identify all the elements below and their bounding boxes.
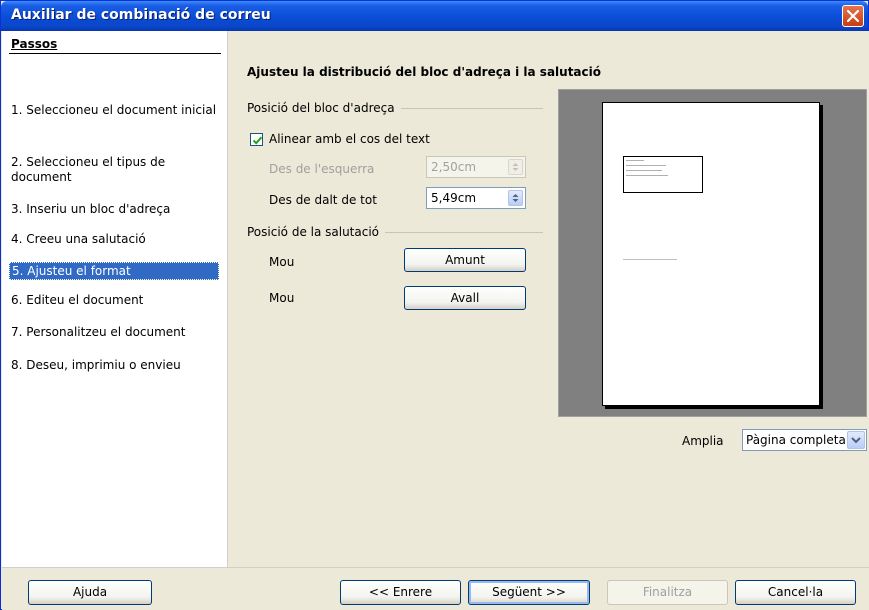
from-top-spinbox[interactable]: 5,49cm bbox=[426, 187, 526, 209]
align-with-body-label[interactable]: Alinear amb el cos del text bbox=[269, 132, 430, 146]
from-left-value: 2,50cm bbox=[431, 160, 477, 174]
cancel-button[interactable]: Cancel·la bbox=[735, 580, 856, 605]
spin-arrows-icon bbox=[512, 163, 519, 171]
move-up-label: Mou bbox=[269, 255, 295, 269]
zoom-label: Amplia bbox=[682, 434, 724, 448]
step-select-starting-document[interactable]: 1. Seleccioneu el document inicial bbox=[9, 103, 219, 118]
preview-address-line bbox=[626, 170, 662, 171]
steps-divider bbox=[9, 53, 221, 54]
preview-address-line bbox=[626, 175, 668, 176]
window-title: Auxiliar de combinació de correu bbox=[11, 7, 271, 23]
close-button[interactable] bbox=[842, 5, 864, 27]
step-edit-document[interactable]: 6. Editeu el document bbox=[9, 293, 219, 308]
move-down-label: Mou bbox=[269, 291, 295, 305]
zoom-value[interactable]: Pàgina completa bbox=[746, 433, 846, 447]
title-bar[interactable]: Auxiliar de combinació de correu bbox=[1, 1, 868, 31]
from-top-spin-buttons[interactable] bbox=[508, 190, 523, 206]
address-block-position-label: Posició del bloc d'adreça bbox=[247, 101, 395, 115]
salutation-group-divider bbox=[385, 232, 543, 233]
preview-salutation bbox=[623, 259, 677, 260]
zoom-dropdown-button[interactable] bbox=[847, 431, 865, 449]
preview-address-line bbox=[626, 160, 644, 161]
from-top-value[interactable]: 5,49cm bbox=[431, 191, 476, 205]
from-left-spin-buttons bbox=[508, 159, 523, 175]
checkmark-icon bbox=[252, 136, 263, 145]
preview-page bbox=[602, 102, 820, 406]
help-button[interactable]: Ajuda bbox=[28, 580, 152, 605]
mail-merge-wizard-window: Auxiliar de combinació de correu Passos … bbox=[0, 0, 869, 610]
chevron-down-icon bbox=[851, 437, 861, 444]
step-personalize-document[interactable]: 7. Personalitzeu el document bbox=[9, 325, 219, 340]
move-up-button[interactable]: Amunt bbox=[404, 248, 526, 272]
step-create-salutation[interactable]: 4. Creeu una salutació bbox=[9, 232, 219, 247]
step-adjust-layout[interactable]: 5. Ajusteu el format bbox=[9, 262, 219, 280]
next-button[interactable]: Següent >> bbox=[468, 580, 590, 605]
close-icon bbox=[847, 10, 859, 22]
step-insert-address-block[interactable]: 3. Inseriu un bloc d'adreça bbox=[9, 202, 219, 217]
page-heading: Ajusteu la distribució del bloc d'adreça… bbox=[247, 65, 601, 79]
align-with-body-checkbox[interactable] bbox=[250, 133, 263, 146]
salutation-position-label: Posició de la salutació bbox=[247, 225, 380, 239]
address-group-divider bbox=[401, 108, 543, 109]
from-top-label: Des de dalt de tot bbox=[269, 193, 377, 207]
from-left-spinbox: 2,50cm bbox=[426, 156, 526, 178]
back-button[interactable]: << Enrere bbox=[340, 580, 461, 605]
spin-arrows-icon bbox=[512, 194, 519, 202]
zoom-select[interactable]: Pàgina completa bbox=[742, 429, 867, 451]
preview-address-line bbox=[626, 165, 666, 166]
finish-button: Finalitza bbox=[607, 580, 728, 605]
steps-title: Passos bbox=[11, 37, 58, 51]
step-select-document-type[interactable]: 2. Seleccioneu el tipus de document bbox=[9, 155, 219, 185]
step-save-print-send[interactable]: 8. Deseu, imprimiu o envieu bbox=[9, 358, 219, 373]
move-down-button[interactable]: Avall bbox=[404, 286, 526, 310]
from-left-label: Des de l'esquerra bbox=[269, 162, 375, 176]
